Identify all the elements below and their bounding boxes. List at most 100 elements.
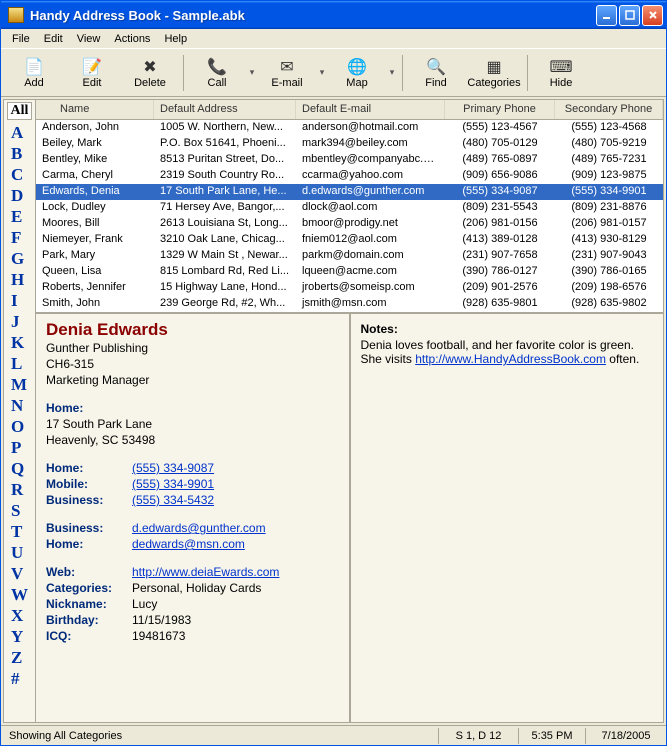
table-row[interactable]: Roberts, Jennifer15 Highway Lane, Hond..… — [36, 280, 663, 296]
alpha-D[interactable]: D — [11, 185, 28, 206]
table-row[interactable]: Lock, Dudley71 Hersey Ave, Bangor,...dlo… — [36, 200, 663, 216]
cell-name: Moores, Bill — [36, 216, 154, 232]
cell-p2: (231) 907-9043 — [555, 248, 663, 264]
alpha-G[interactable]: G — [11, 248, 28, 269]
email-link[interactable]: d.edwards@gunther.com — [132, 520, 266, 536]
map-button[interactable]: 🌐Map — [328, 52, 386, 94]
email-link[interactable]: dedwards@msn.com — [132, 536, 245, 552]
alpha-I[interactable]: I — [11, 290, 28, 311]
cell-p1: (555) 334-9087 — [445, 184, 555, 200]
cell-addr: 8513 Puritan Street, Do... — [154, 152, 296, 168]
alpha-nav: All ABCDEFGHIJKLMNOPQRSTUVWXYZ# — [4, 100, 36, 722]
call-button[interactable]: 📞Call — [188, 52, 246, 94]
cell-p1: (909) 656-9086 — [445, 168, 555, 184]
delete-button[interactable]: ✖Delete — [121, 52, 179, 94]
alpha-A[interactable]: A — [11, 122, 28, 143]
menu-help[interactable]: Help — [157, 31, 194, 47]
table-row[interactable]: Queen, Lisa815 Lombard Rd, Red Li...lque… — [36, 264, 663, 280]
cell-p2: (809) 231-8876 — [555, 200, 663, 216]
cell-addr: 3210 Oak Lane, Chicag... — [154, 232, 296, 248]
header-name[interactable]: Name — [36, 100, 154, 119]
cell-email: mark394@beiley.com — [296, 136, 445, 152]
header-secondary-phone[interactable]: Secondary Phone — [555, 100, 663, 119]
alpha-Q[interactable]: Q — [11, 458, 28, 479]
alpha-V[interactable]: V — [11, 563, 28, 584]
call-dropdown[interactable]: ▾ — [246, 67, 258, 78]
app-icon — [8, 7, 24, 23]
minimize-button[interactable] — [596, 5, 617, 26]
grid-body: Anderson, John1005 W. Northern, New...an… — [36, 120, 663, 312]
misc-value: Lucy — [132, 596, 157, 612]
alpha-N[interactable]: N — [11, 395, 28, 416]
alpha-F[interactable]: F — [11, 227, 28, 248]
alpha-Z[interactable]: Z — [11, 647, 28, 668]
header-address[interactable]: Default Address — [154, 100, 296, 119]
cell-addr: 15 Highway Lane, Hond... — [154, 280, 296, 296]
cell-email: jroberts@someisp.com — [296, 280, 445, 296]
table-row[interactable]: Niemeyer, Frank3210 Oak Lane, Chicag...f… — [36, 232, 663, 248]
notes-link[interactable]: http://www.HandyAddressBook.com — [415, 352, 606, 366]
edit-button[interactable]: 📝Edit — [63, 52, 121, 94]
hide-button[interactable]: ⌨Hide — [532, 52, 590, 94]
cell-email: fniem012@aol.com — [296, 232, 445, 248]
cell-addr: 1329 W Main St , Newar... — [154, 248, 296, 264]
maximize-button[interactable] — [619, 5, 640, 26]
app-window: Handy Address Book - Sample.abk File Edi… — [0, 0, 667, 746]
email-dropdown[interactable]: ▾ — [316, 67, 328, 78]
alpha-J[interactable]: J — [11, 311, 28, 332]
misc-value[interactable]: http://www.deiaEwards.com — [132, 564, 279, 580]
header-primary-phone[interactable]: Primary Phone — [445, 100, 555, 119]
alpha-W[interactable]: W — [11, 584, 28, 605]
menu-actions[interactable]: Actions — [107, 31, 157, 47]
email-button[interactable]: ✉E-mail — [258, 52, 316, 94]
map-icon: 🌐 — [347, 57, 367, 77]
table-row[interactable]: Carma, Cheryl2319 South Country Ro...cca… — [36, 168, 663, 184]
phone-link[interactable]: (555) 334-9087 — [132, 460, 214, 476]
alpha-C[interactable]: C — [11, 164, 28, 185]
home-address-label: Home: — [46, 400, 83, 416]
alpha-E[interactable]: E — [11, 206, 28, 227]
table-row[interactable]: Anderson, John1005 W. Northern, New...an… — [36, 120, 663, 136]
cell-p1: (809) 231-5543 — [445, 200, 555, 216]
cell-p1: (928) 635-9801 — [445, 296, 555, 312]
add-button[interactable]: 📄Add — [5, 52, 63, 94]
header-email[interactable]: Default E-mail — [296, 100, 445, 119]
cell-email: mbentley@companyabc.com — [296, 152, 445, 168]
alpha-O[interactable]: O — [11, 416, 28, 437]
alpha-B[interactable]: B — [11, 143, 28, 164]
alpha-K[interactable]: K — [11, 332, 28, 353]
alpha-Y[interactable]: Y — [11, 626, 28, 647]
alpha-R[interactable]: R — [11, 479, 28, 500]
alpha-T[interactable]: T — [11, 521, 28, 542]
alpha-L[interactable]: L — [11, 353, 28, 374]
menu-file[interactable]: File — [5, 31, 37, 47]
categories-button[interactable]: ▦Categories — [465, 52, 523, 94]
table-row[interactable]: Park, Mary1329 W Main St , Newar...parkm… — [36, 248, 663, 264]
cell-name: Bentley, Mike — [36, 152, 154, 168]
table-row[interactable]: Bentley, Mike8513 Puritan Street, Do...m… — [36, 152, 663, 168]
table-row[interactable]: Moores, Bill2613 Louisiana St, Long...bm… — [36, 216, 663, 232]
misc-label: ICQ: — [46, 628, 132, 644]
toolbar-separator — [402, 55, 403, 91]
phone-link[interactable]: (555) 334-9901 — [132, 476, 214, 492]
alpha-S[interactable]: S — [11, 500, 28, 521]
alpha-all[interactable]: All — [7, 102, 33, 120]
table-row[interactable]: Smith, John239 George Rd, #2, Wh...jsmit… — [36, 296, 663, 312]
alpha-X[interactable]: X — [11, 605, 28, 626]
phone-link[interactable]: (555) 334-5432 — [132, 492, 214, 508]
table-row[interactable]: Beiley, MarkP.O. Box 51641, Phoeni...mar… — [36, 136, 663, 152]
menu-view[interactable]: View — [70, 31, 108, 47]
find-button[interactable]: 🔍Find — [407, 52, 465, 94]
alpha-P[interactable]: P — [11, 437, 28, 458]
alpha-U[interactable]: U — [11, 542, 28, 563]
cell-p2: (206) 981-0157 — [555, 216, 663, 232]
alpha-M[interactable]: M — [11, 374, 28, 395]
table-row[interactable]: Edwards, Denia17 South Park Lane, He...d… — [36, 184, 663, 200]
map-dropdown[interactable]: ▾ — [386, 67, 398, 78]
menu-edit[interactable]: Edit — [37, 31, 70, 47]
alpha-#[interactable]: # — [11, 668, 28, 689]
cell-addr: 815 Lombard Rd, Red Li... — [154, 264, 296, 280]
main-pane: Name Default Address Default E-mail Prim… — [36, 100, 663, 722]
alpha-H[interactable]: H — [11, 269, 28, 290]
close-button[interactable] — [642, 5, 663, 26]
